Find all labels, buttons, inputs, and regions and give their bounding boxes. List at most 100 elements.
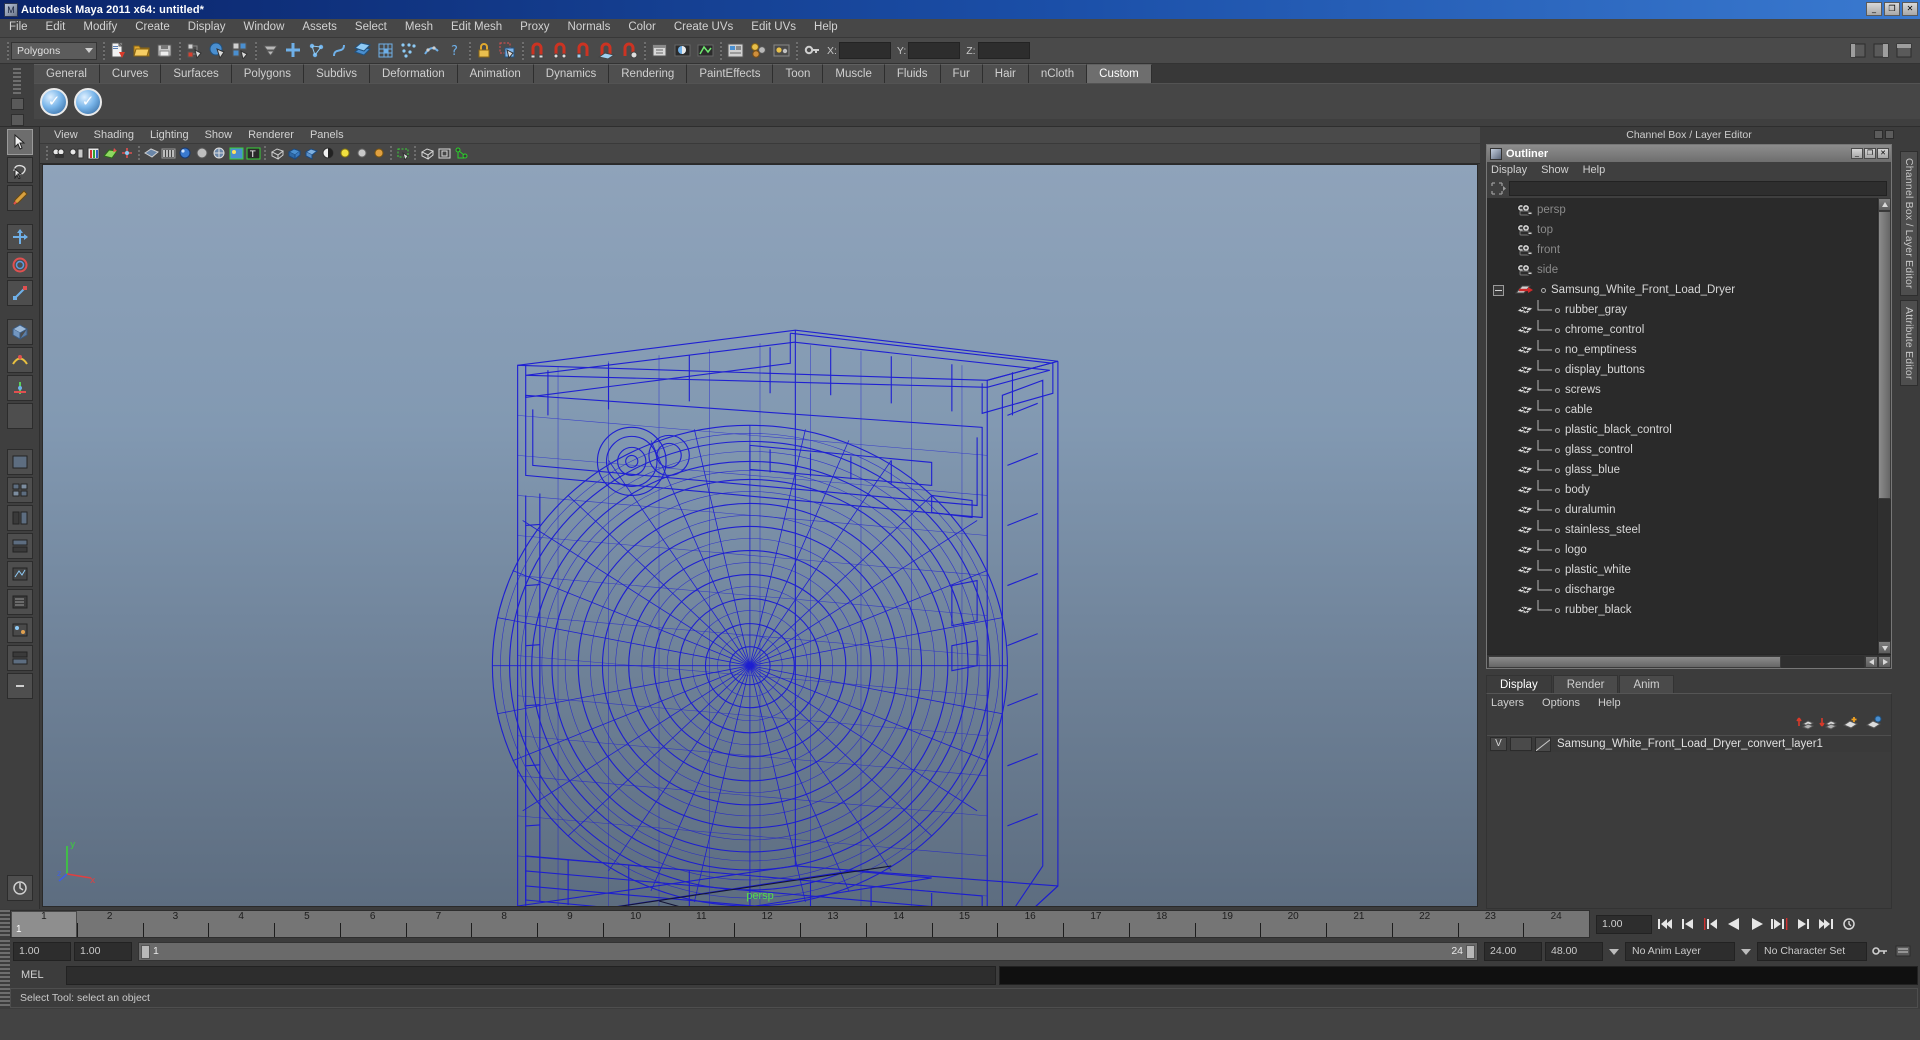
outliner-item[interactable]: plastic_black_control [1487, 420, 1877, 440]
x-coordinate-field[interactable] [838, 42, 891, 59]
all-lights-icon[interactable] [303, 146, 319, 162]
animation-preferences-icon[interactable] [1839, 914, 1859, 934]
layer-menu-help[interactable]: Help [1598, 697, 1639, 709]
menu-edit-uvs[interactable]: Edit UVs [742, 19, 805, 37]
hscroll-track[interactable] [1488, 655, 1864, 668]
shelf-tab-curves[interactable]: Curves [99, 64, 162, 83]
outliner-menu-display[interactable]: Display [1491, 164, 1535, 176]
dock-close-icon[interactable] [1885, 130, 1894, 139]
shelf-tab-fluids[interactable]: Fluids [884, 64, 941, 83]
range-right-handle[interactable] [1466, 944, 1475, 959]
curve-mask-icon[interactable] [329, 40, 350, 61]
node-handle-dot[interactable] [1555, 607, 1560, 613]
show-hide-attribute-editor-icon[interactable] [1871, 40, 1892, 61]
command-language-label[interactable]: MEL [13, 969, 63, 981]
menu-proxy[interactable]: Proxy [511, 19, 558, 37]
snap-to-points-icon[interactable] [573, 40, 594, 61]
exposure-control-icon[interactable] [453, 146, 469, 162]
rotate-tool-button[interactable] [6, 252, 33, 278]
render-settings-icon[interactable] [725, 40, 746, 61]
outliner-item[interactable]: rubber_black [1487, 600, 1877, 620]
outliner-vertical-scrollbar[interactable] [1877, 198, 1891, 654]
node-handle-dot[interactable] [1555, 387, 1560, 393]
node-handle-dot[interactable] [1555, 487, 1560, 493]
shelf-options-button[interactable] [10, 98, 24, 110]
layer-color-swatch[interactable] [1535, 736, 1551, 752]
smooth-shade-all-icon[interactable] [160, 146, 176, 162]
surface-mask-icon[interactable] [352, 40, 373, 61]
vertical-tab-channel-box-layer-editor[interactable]: Channel Box / Layer Editor [1900, 151, 1918, 296]
snap-to-curves-icon[interactable] [550, 40, 571, 61]
layer-playback-toggle[interactable] [1510, 737, 1532, 751]
scroll-down-icon[interactable] [1878, 641, 1891, 654]
shelf-tab-animation[interactable]: Animation [457, 64, 534, 83]
more-layouts-button[interactable] [6, 673, 33, 699]
ipr-render-icon[interactable] [695, 40, 716, 61]
menu-normals[interactable]: Normals [559, 19, 620, 37]
animation-preferences-button-icon[interactable] [1893, 941, 1913, 961]
outliner-horizontal-scrollbar[interactable] [1487, 654, 1891, 668]
camera-attributes-icon[interactable] [68, 146, 84, 162]
snap-to-view-planes-icon[interactable] [619, 40, 640, 61]
select-camera-icon[interactable] [51, 146, 67, 162]
render-view-icon[interactable] [771, 40, 792, 61]
hardware-texturing-icon[interactable] [228, 146, 244, 162]
range-bar[interactable]: 1 24 [138, 941, 1478, 961]
node-handle-dot[interactable] [1555, 347, 1560, 353]
select-by-hierarchy-icon[interactable] [184, 40, 205, 61]
command-input-field[interactable] [66, 965, 996, 985]
isolate-select-icon[interactable] [395, 146, 411, 162]
shelf-tab-dynamics[interactable]: Dynamics [533, 64, 610, 83]
persp-outliner-layout-button[interactable] [6, 505, 33, 531]
menu-select[interactable]: Select [346, 19, 396, 37]
four-view-layout-button[interactable] [6, 477, 33, 503]
collapse-icon[interactable] [1493, 284, 1504, 296]
minimize-icon[interactable]: _ [1851, 148, 1863, 159]
time-slider[interactable]: 1 1 2 3 4 5 6 7 8 9 10 11 12 13 14 15 16 17 18 19 20 21 22 23 2… [10, 910, 1590, 938]
outliner-item[interactable]: body [1487, 480, 1877, 500]
node-handle-dot[interactable] [1555, 567, 1560, 573]
menu-color[interactable]: Color [619, 19, 664, 37]
create-new-layer-icon[interactable] [1842, 715, 1860, 731]
deformer-mask-icon[interactable] [421, 40, 442, 61]
shelf-tab-painteffects[interactable]: PaintEffects [687, 64, 774, 83]
shelf-tab-muscle[interactable]: Muscle [823, 64, 885, 83]
bookmarks-icon[interactable] [85, 146, 101, 162]
outliner-menu-show[interactable]: Show [1541, 164, 1577, 176]
outliner-item[interactable]: display_buttons [1487, 360, 1877, 380]
outliner-tree[interactable]: persp top front side Samsung_White_Front_Loa… [1487, 198, 1891, 654]
node-handle-dot[interactable] [1555, 467, 1560, 473]
outliner-item[interactable]: side [1487, 260, 1877, 280]
layer-menu-options[interactable]: Options [1542, 697, 1598, 709]
node-handle-dot[interactable] [1555, 327, 1560, 333]
single-perspective-view-button[interactable] [6, 449, 33, 475]
viewport-menu-panels[interactable]: Panels [302, 129, 352, 141]
no-lights-icon[interactable] [269, 146, 285, 162]
move-layer-down-icon[interactable] [1819, 715, 1838, 731]
select-by-component-icon[interactable] [230, 40, 251, 61]
node-handle-dot[interactable] [1555, 547, 1560, 553]
go-to-start-icon[interactable] [1655, 914, 1675, 934]
step-forward-key-icon[interactable] [1770, 914, 1790, 934]
character-set-selector[interactable]: No Character Set [1757, 941, 1867, 961]
maximize-icon[interactable]: ❐ [1864, 148, 1876, 159]
shelf-tab-rendering[interactable]: Rendering [609, 64, 688, 83]
outliner-item[interactable]: Samsung_White_Front_Load_Dryer [1487, 280, 1877, 300]
shelf-tab-custom[interactable]: Custom [1087, 64, 1152, 83]
node-handle-dot[interactable] [1555, 447, 1560, 453]
perspective-viewport[interactable]: y x z persp [42, 164, 1478, 907]
go-to-end-icon[interactable] [1816, 914, 1836, 934]
scroll-track[interactable] [1878, 211, 1891, 641]
menu-create-uvs[interactable]: Create UVs [665, 19, 742, 37]
menuset-selector[interactable]: Polygons [11, 41, 97, 60]
playback-start-time-field[interactable]: 1.00 [74, 941, 132, 961]
soft-modification-tool-button[interactable] [6, 347, 33, 373]
shelf-tab-toon[interactable]: Toon [773, 64, 824, 83]
snap-grid-icon[interactable] [497, 40, 518, 61]
menu-display[interactable]: Display [179, 19, 235, 37]
node-handle-dot[interactable] [1555, 367, 1560, 373]
wireframe-shading-icon[interactable] [143, 146, 159, 162]
shelf-item-checkmark-icon[interactable] [40, 87, 68, 116]
layer-row[interactable]: V Samsung_White_Front_Load_Dryer_convert_… [1487, 735, 1891, 752]
construction-history-icon[interactable] [649, 40, 670, 61]
